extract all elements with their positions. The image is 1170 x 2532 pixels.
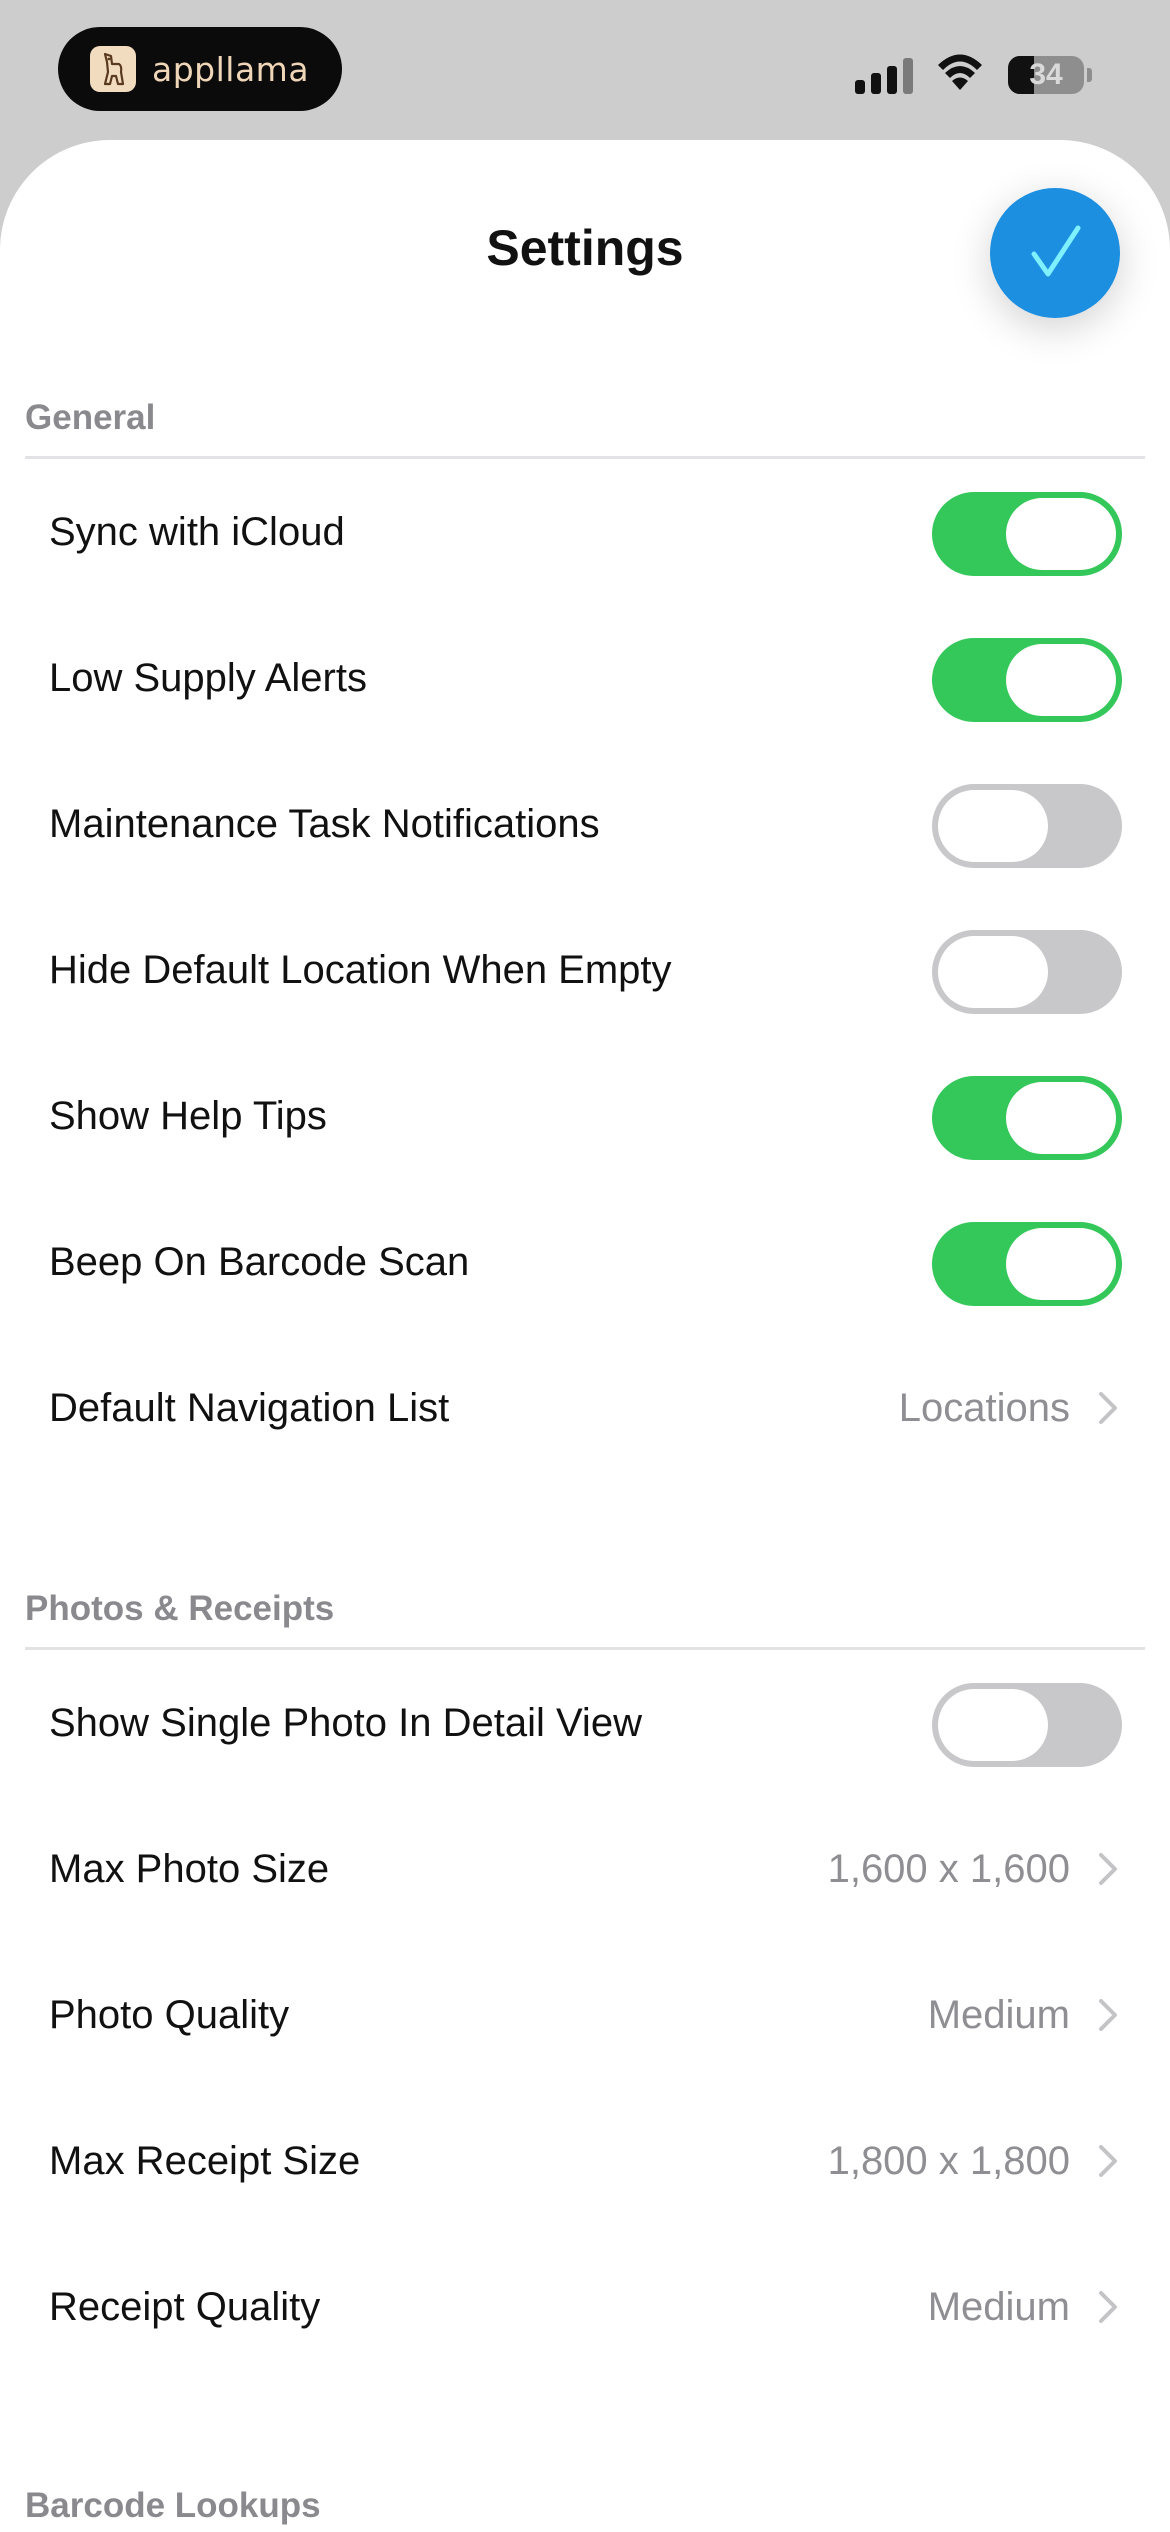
toggle-knob: [1006, 498, 1116, 570]
row-label: Maintenance Task Notifications: [49, 802, 600, 846]
row-value: 1,800 x 1,800: [827, 2139, 1070, 2183]
row-value: 1,600 x 1,600: [827, 1847, 1070, 1891]
settings-sheet: Settings General Sync with iCloud Low Su…: [0, 140, 1170, 2532]
wifi-icon: [935, 52, 985, 97]
row-label: Max Receipt Size: [49, 2139, 361, 2183]
row-label: Low Supply Alerts: [49, 656, 367, 700]
row-label: Hide Default Location When Empty: [49, 948, 672, 992]
row-label: Receipt Quality: [49, 2285, 321, 2329]
section-header-barcode: Barcode Lookups: [25, 2486, 321, 2525]
row-show-help-tips: Show Help Tips: [0, 1043, 1170, 1189]
battery-icon: 34: [1008, 56, 1084, 94]
toggle-knob: [938, 790, 1048, 862]
row-label: Default Navigation List: [49, 1386, 450, 1430]
row-receipt-quality[interactable]: Receipt Quality Medium: [0, 2234, 1170, 2380]
row-max-receipt-size[interactable]: Max Receipt Size 1,800 x 1,800: [0, 2088, 1170, 2234]
done-button[interactable]: [990, 188, 1120, 318]
row-value: Locations: [898, 1386, 1070, 1430]
toggle-knob: [938, 936, 1048, 1008]
sync-icloud-toggle[interactable]: [932, 492, 1122, 576]
row-photo-quality[interactable]: Photo Quality Medium: [0, 1942, 1170, 2088]
row-hide-default-location: Hide Default Location When Empty: [0, 897, 1170, 1043]
toggle-knob: [1006, 644, 1116, 716]
toggle-knob: [938, 1689, 1048, 1761]
beep-on-scan-toggle[interactable]: [932, 1222, 1122, 1306]
row-label: Beep On Barcode Scan: [49, 1240, 470, 1284]
row-max-photo-size[interactable]: Max Photo Size 1,600 x 1,600: [0, 1796, 1170, 1942]
row-single-photo-detail: Show Single Photo In Detail View: [0, 1650, 1170, 1796]
cellular-signal-icon: [855, 58, 913, 94]
maintenance-notifications-toggle[interactable]: [932, 784, 1122, 868]
row-low-supply-alerts: Low Supply Alerts: [0, 605, 1170, 751]
chevron-right-icon: [1099, 2145, 1117, 2177]
hide-default-location-toggle[interactable]: [932, 930, 1122, 1014]
status-bar: appllama 34: [0, 0, 1170, 140]
row-label: Photo Quality: [49, 1993, 290, 2037]
chevron-right-icon: [1099, 2291, 1117, 2323]
section-header-photos: Photos & Receipts: [25, 1589, 335, 1628]
toggle-knob: [1006, 1228, 1116, 1300]
chevron-right-icon: [1099, 1999, 1117, 2031]
checkmark-icon: [1031, 225, 1081, 277]
llama-logo-icon: [90, 46, 136, 92]
app-indicator-pill[interactable]: appllama: [58, 27, 342, 111]
row-label: Show Help Tips: [49, 1094, 327, 1138]
chevron-right-icon: [1099, 1853, 1117, 1885]
show-help-tips-toggle[interactable]: [932, 1076, 1122, 1160]
toggle-knob: [1006, 1082, 1116, 1154]
single-photo-detail-toggle[interactable]: [932, 1683, 1122, 1767]
chevron-right-icon: [1099, 1392, 1117, 1424]
row-label: Show Single Photo In Detail View: [49, 1701, 642, 1745]
low-supply-alerts-toggle[interactable]: [932, 638, 1122, 722]
row-sync-icloud: Sync with iCloud: [0, 459, 1170, 605]
battery-cap: [1087, 68, 1092, 82]
row-beep-on-scan: Beep On Barcode Scan: [0, 1189, 1170, 1335]
row-label: Sync with iCloud: [49, 510, 345, 554]
row-value: Medium: [927, 1993, 1070, 2037]
row-value: Medium: [927, 2285, 1070, 2329]
app-name: appllama: [152, 49, 310, 89]
row-label: Max Photo Size: [49, 1847, 330, 1891]
row-maintenance-notifications: Maintenance Task Notifications: [0, 751, 1170, 897]
section-header-general: General: [25, 398, 156, 437]
row-default-navigation-list[interactable]: Default Navigation List Locations: [0, 1335, 1170, 1481]
battery-level: 34: [1029, 58, 1063, 91]
